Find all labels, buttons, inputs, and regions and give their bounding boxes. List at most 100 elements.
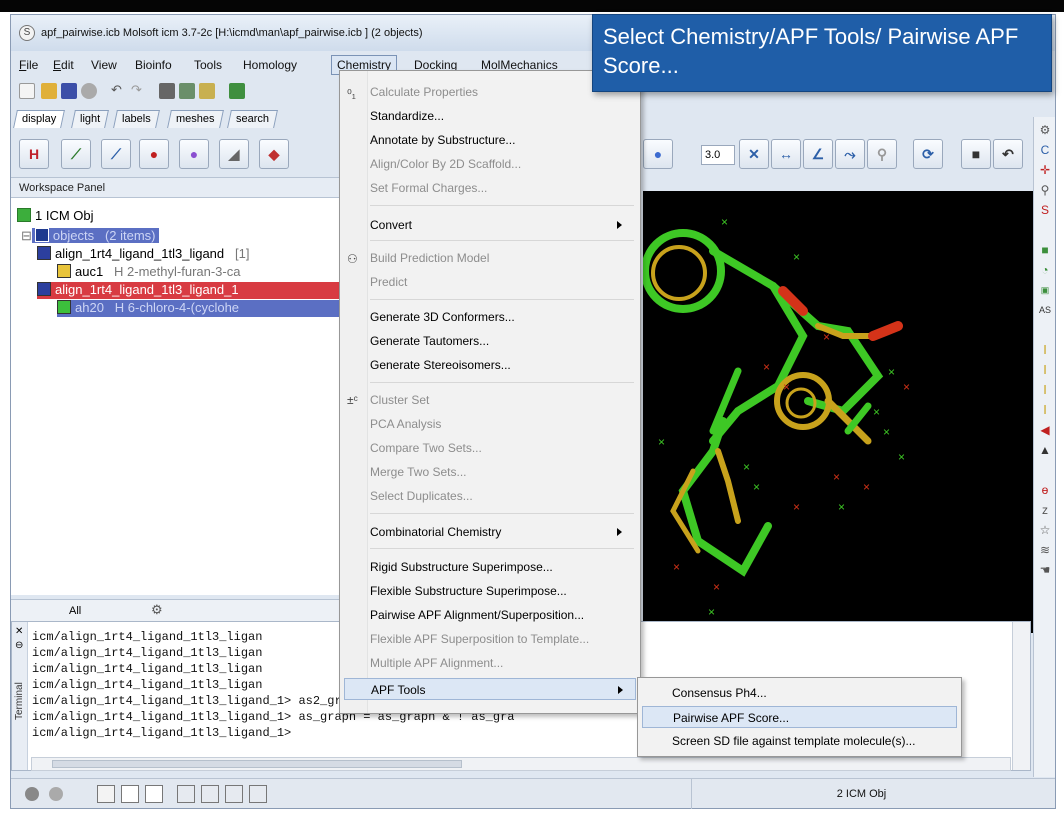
menu-item-cluster-set[interactable]: Cluster Set — [370, 389, 429, 411]
submenu-item-consensus-ph4[interactable]: Consensus Ph4... — [672, 682, 767, 704]
menu-item-annotate-substructure[interactable]: Annotate by Substructure... — [370, 129, 515, 151]
zoom-icon[interactable]: ⚲ — [1038, 183, 1052, 197]
center-icon[interactable]: C — [1038, 143, 1052, 157]
tree-root[interactable]: 1 ICM Obj — [17, 208, 94, 225]
menu-item-rigid-substructure-superimpose[interactable]: Rigid Substructure Superimpose... — [370, 556, 553, 578]
ball-display-button[interactable]: ● — [139, 139, 169, 169]
paste-icon[interactable] — [159, 83, 175, 99]
open-folder-icon[interactable] — [41, 83, 57, 99]
menu-item-combinatorial-chemistry[interactable]: Combinatorial Chemistry — [370, 521, 634, 543]
ribbon-display-button[interactable]: ◆ — [259, 139, 289, 169]
surface-display-button[interactable]: ◢ — [219, 139, 249, 169]
angle-icon[interactable]: ∠ — [803, 139, 833, 169]
menu-item-predict[interactable]: Predict — [370, 271, 407, 293]
menu-item-generate-3d-conformers[interactable]: Generate 3D Conformers... — [370, 306, 515, 328]
menu-item-generate-stereoisomers[interactable]: Generate Stereoisomers... — [370, 354, 511, 376]
redo-icon[interactable]: ↷ — [131, 83, 147, 99]
save-view-icon[interactable]: ■ — [961, 139, 991, 169]
move-icon[interactable]: ✛ — [1038, 163, 1052, 177]
pin-icon[interactable]: ⊖ — [15, 640, 23, 651]
color-icon[interactable]: ● — [643, 139, 673, 169]
distance-field[interactable]: 3.0 — [701, 145, 735, 165]
menu-item-apf-tools[interactable]: APF Tools — [344, 678, 636, 700]
menu-item-flexible-apf-superposition[interactable]: Flexible APF Superposition to Template..… — [370, 628, 589, 650]
tab-all[interactable]: All — [69, 605, 81, 617]
tab-light[interactable]: light — [71, 110, 110, 128]
hand-icon[interactable]: ☚ — [1038, 563, 1052, 577]
measure-icon[interactable]: ✕ — [739, 139, 769, 169]
star-icon[interactable]: ☆ — [1038, 523, 1052, 537]
slab-front-icon[interactable]: Ⅰ — [1038, 363, 1052, 377]
layout-icon[interactable] — [97, 785, 115, 803]
cpk-display-button[interactable]: ● — [179, 139, 209, 169]
menu-item-align-color-scaffold[interactable]: Align/Color By 2D Scaffold... — [370, 153, 521, 175]
tab-search[interactable]: search — [227, 110, 278, 128]
menu-item-select-duplicates[interactable]: Select Duplicates... — [370, 485, 473, 507]
z-axis-icon[interactable]: z — [1038, 503, 1052, 517]
stick-display-button[interactable]: ⟋ — [101, 139, 131, 169]
tool-icon[interactable] — [199, 83, 215, 99]
rotate-icon[interactable]: S — [1038, 203, 1052, 217]
menu-tools[interactable]: Tools — [194, 58, 222, 72]
undo-icon[interactable]: ↶ — [111, 83, 127, 99]
tree-item-ah20[interactable]: ah20 H 6-chloro-4-(cyclohe — [57, 300, 341, 317]
menu-item-set-formal-charges[interactable]: Set Formal Charges... — [370, 177, 487, 199]
select-icon[interactable]: ■ — [1038, 243, 1052, 257]
menu-file[interactable]: File — [19, 58, 38, 72]
terminal-vscroll[interactable] — [1012, 622, 1030, 770]
slab-icon[interactable]: Ⅰ — [1038, 343, 1052, 357]
wire-display-button[interactable]: ⟋ — [61, 139, 91, 169]
menu-item-pca-analysis[interactable]: PCA Analysis — [370, 413, 441, 435]
undo-view-icon[interactable]: ↶ — [993, 139, 1023, 169]
movie-icon[interactable] — [225, 785, 243, 803]
tree-objects[interactable]: ⊟ objects (2 items) — [21, 228, 341, 245]
terminal-hscroll[interactable] — [31, 757, 1011, 771]
menu-item-calculate-properties[interactable]: Calculate Properties — [370, 81, 478, 103]
menu-item-standardize[interactable]: Standardize... — [370, 105, 444, 127]
window-icon[interactable] — [121, 785, 139, 803]
submenu-item-screen-sd-file[interactable]: Screen SD file against template molecule… — [672, 730, 915, 752]
tools-icon[interactable] — [177, 785, 195, 803]
slab-back-icon[interactable]: Ⅰ — [1038, 383, 1052, 397]
amino-select-icon[interactable]: AS — [1038, 303, 1052, 317]
menu-edit[interactable]: Edit — [53, 58, 74, 72]
menu-view[interactable]: View — [91, 58, 117, 72]
distance-icon[interactable]: ↔ — [771, 139, 801, 169]
panel-icon[interactable] — [145, 785, 163, 803]
molecule-icon[interactable] — [229, 83, 245, 99]
camera-icon[interactable] — [201, 785, 219, 803]
menu-item-flexible-substructure-superimpose[interactable]: Flexible Substructure Superimpose... — [370, 580, 567, 602]
molecule-viewer[interactable]: × × × × × × × × × × × × × × × × × × × × — [643, 191, 1033, 633]
record-icon[interactable] — [49, 787, 63, 801]
slab-both-icon[interactable]: Ⅰ — [1038, 403, 1052, 417]
reset-view-icon[interactable]: ⟳ — [913, 139, 943, 169]
config-icon[interactable]: ≋ — [1038, 543, 1052, 557]
clear-measure-icon[interactable]: ⚲ — [867, 139, 897, 169]
clip-icon[interactable]: ◀ — [1038, 423, 1052, 437]
filter-icon[interactable]: ⚙ — [151, 602, 163, 618]
menu-item-merge-two-sets[interactable]: Merge Two Sets... — [370, 461, 467, 483]
select-residues-icon[interactable]: ▣ — [1038, 283, 1052, 297]
select-atoms-icon[interactable]: ◔ — [1038, 263, 1052, 277]
tree-item-align2[interactable]: align_1rt4_ligand_1tl3_ligand_1 — [37, 282, 341, 299]
lock-icon[interactable]: ▲ — [1038, 443, 1052, 457]
menu-bioinfo[interactable]: Bioinfo — [135, 58, 172, 72]
close-icon[interactable]: ✕ — [15, 626, 23, 637]
menu-item-convert[interactable]: Convert — [370, 214, 634, 236]
save-icon[interactable] — [61, 83, 77, 99]
hydrogen-toggle-button[interactable]: H — [19, 139, 49, 169]
tree-item-align1[interactable]: align_1rt4_ligand_1tl3_ligand [1] — [37, 246, 249, 263]
find-icon[interactable] — [179, 83, 195, 99]
submenu-item-pairwise-apf-score[interactable]: Pairwise APF Score... — [642, 706, 957, 728]
torsion-icon[interactable]: ⤳ — [835, 139, 865, 169]
tree-item-auc1[interactable]: auc1 H 2-methyl-furan-3-ca — [57, 264, 240, 281]
tab-labels[interactable]: labels — [113, 110, 160, 128]
menu-item-pairwise-apf-alignment[interactable]: Pairwise APF Alignment/Superposition... — [370, 604, 584, 626]
stop-icon[interactable] — [25, 787, 39, 801]
settings-icon[interactable]: ⚙ — [1038, 123, 1052, 137]
menu-item-build-prediction-model[interactable]: Build Prediction Model — [370, 247, 489, 269]
new-file-icon[interactable] — [19, 83, 35, 99]
terminal-prompt[interactable]: icm/align_1rt4_ligand_1tl3_ligand_1> — [32, 726, 298, 740]
tab-display[interactable]: display — [13, 110, 66, 128]
tab-meshes[interactable]: meshes — [167, 110, 224, 128]
